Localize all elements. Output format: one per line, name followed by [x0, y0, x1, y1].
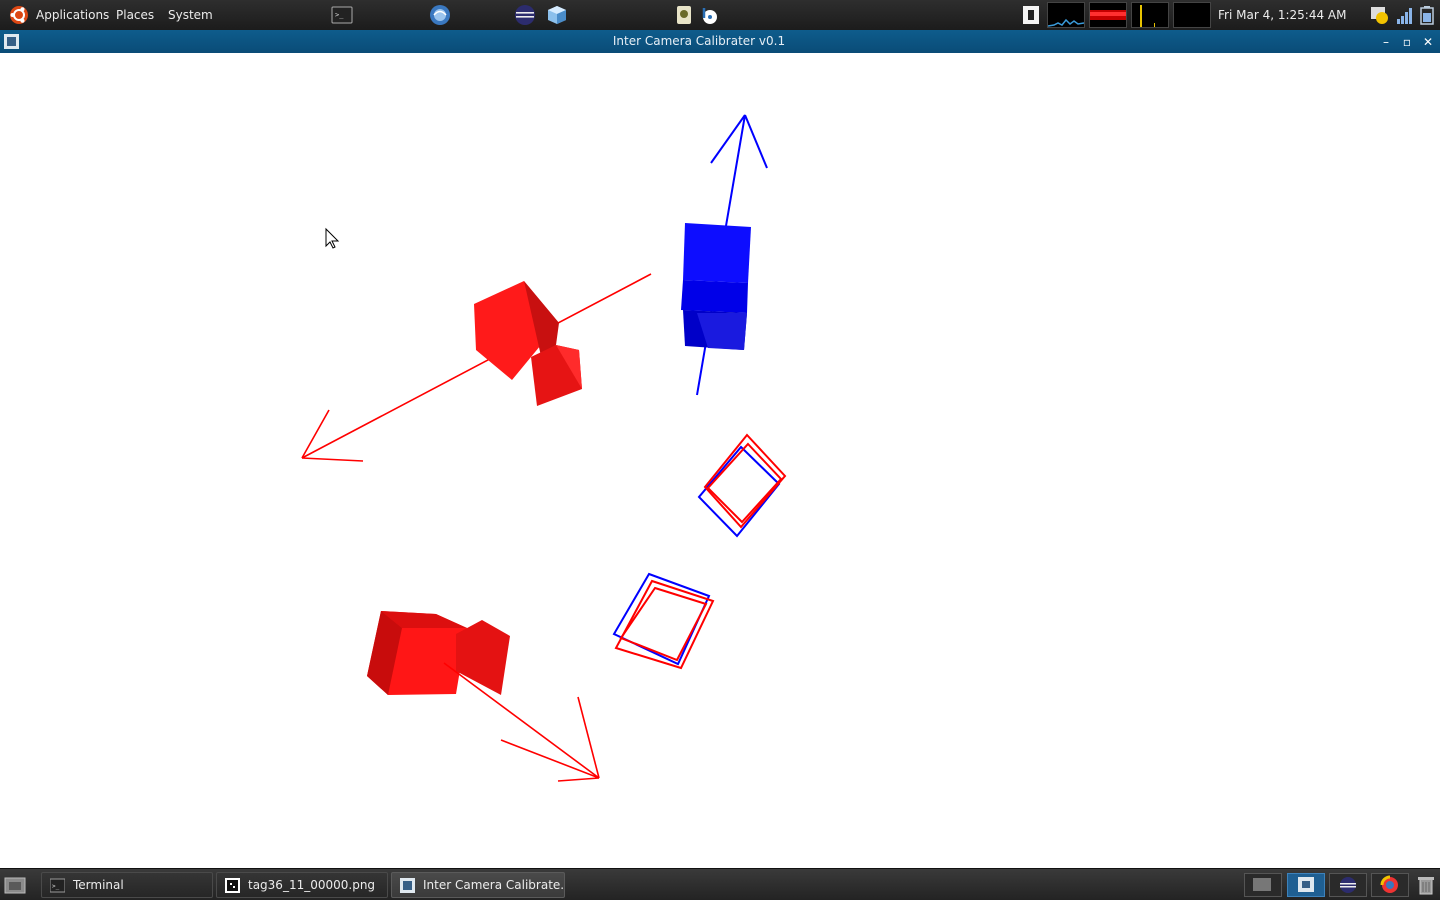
workspace-4[interactable] — [1371, 873, 1409, 897]
trash-icon[interactable] — [1417, 875, 1435, 895]
camera-app-icon[interactable] — [673, 4, 695, 26]
user-status-icon[interactable] — [1370, 5, 1390, 25]
signal-icon[interactable] — [1395, 5, 1415, 25]
mouse-cursor-icon — [325, 227, 340, 249]
memory-monitor-icon[interactable] — [1089, 2, 1127, 28]
calibration-3d-viewport[interactable] — [0, 53, 1440, 868]
system-menu[interactable]: System — [168, 0, 213, 30]
task-label: Terminal — [73, 878, 124, 892]
places-menu[interactable]: Places — [116, 0, 154, 30]
maximize-icon[interactable]: ▫ — [1399, 34, 1415, 50]
minimize-icon[interactable]: – — [1378, 34, 1394, 50]
window-title: Inter Camera Calibrater v0.1 — [612, 34, 786, 48]
red-camera-model-left[interactable] — [474, 281, 582, 406]
taskbar-item-terminal[interactable]: >_ Terminal — [41, 872, 213, 898]
svg-text:>_: >_ — [335, 11, 344, 19]
task-label: Inter Camera Calibrate... — [423, 878, 565, 892]
red-camera-model-bottom[interactable] — [367, 611, 510, 695]
scene-canvas — [301, 114, 787, 782]
red-camera-axis-arrow-left — [301, 273, 652, 462]
image-icon — [225, 878, 240, 893]
task-label: tag36_11_00000.png — [248, 878, 376, 892]
terminal-icon[interactable]: >_ — [331, 4, 353, 26]
workspace-2[interactable] — [1287, 873, 1325, 897]
disk-monitor-icon[interactable] — [1173, 2, 1211, 28]
window-titlebar[interactable]: Inter Camera Calibrater v0.1 – ▫ ✕ — [0, 30, 1440, 53]
taskbar-item-calibrator[interactable]: Inter Camera Calibrate... — [391, 872, 565, 898]
workspace-1[interactable] — [1244, 873, 1282, 897]
workspace-3[interactable] — [1329, 873, 1367, 897]
ubuntu-logo-icon[interactable] — [9, 5, 29, 25]
top-panel: Applications Places System >_ Fri Mar 4,… — [0, 0, 1440, 30]
calibrator-icon — [400, 878, 415, 893]
cube-app-icon[interactable] — [546, 4, 568, 26]
eclipse-icon[interactable] — [514, 4, 536, 26]
brasero-icon[interactable] — [698, 4, 720, 26]
taskbar-item-image[interactable]: tag36_11_00000.png — [216, 872, 388, 898]
browser-globe-icon[interactable] — [429, 4, 451, 26]
network-monitor-icon[interactable] — [1131, 2, 1169, 28]
cpu-monitor-icon[interactable] — [1047, 2, 1085, 28]
notes-icon[interactable] — [1021, 5, 1041, 25]
terminal-icon: >_ — [50, 878, 65, 893]
bottom-panel: >_ Terminal tag36_11_00000.png Inter Cam… — [0, 868, 1440, 900]
applications-menu[interactable]: Applications — [36, 0, 109, 30]
calibration-target-frame-lower[interactable] — [612, 572, 715, 670]
show-desktop-icon[interactable] — [4, 875, 26, 895]
svg-text:>_: >_ — [52, 883, 60, 890]
red-camera-axis-arrow-bottom — [443, 662, 600, 782]
blue-camera-model[interactable] — [681, 223, 751, 350]
calibration-target-frame-upper[interactable] — [697, 433, 787, 538]
battery-icon[interactable] — [1417, 5, 1437, 25]
close-icon[interactable]: ✕ — [1420, 34, 1436, 50]
clock[interactable]: Fri Mar 4, 1:25:44 AM — [1218, 0, 1346, 30]
